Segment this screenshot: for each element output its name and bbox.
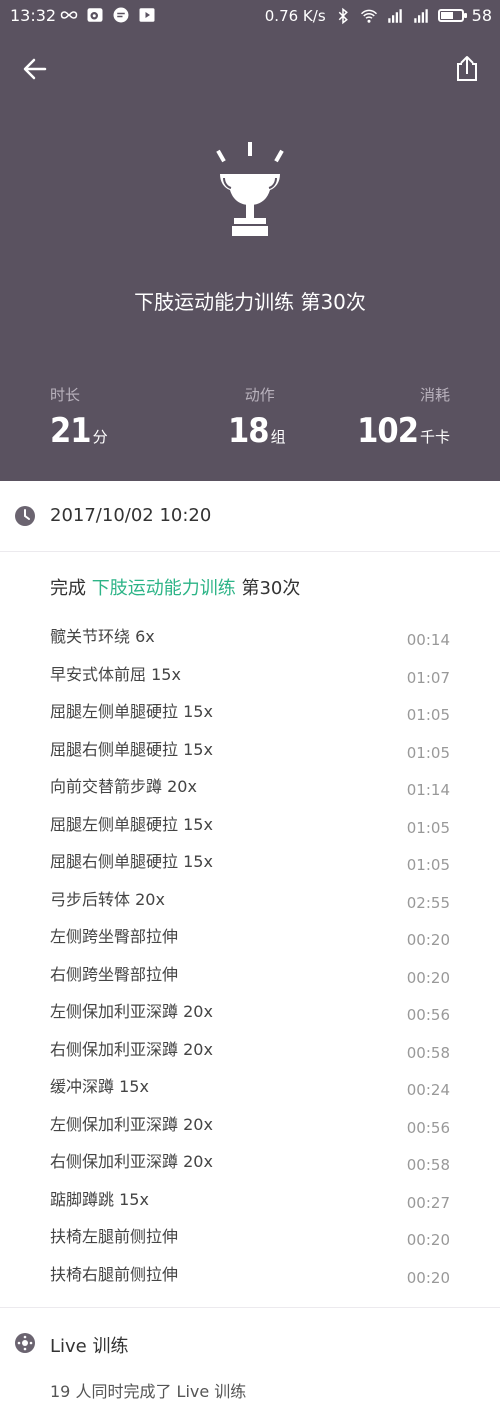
exercise-name: 屈腿左侧单腿硬拉 15x <box>50 814 213 834</box>
workout-title: 下肢运动能力训练 第30次 <box>134 290 366 314</box>
completion-prefix: 完成 <box>50 578 86 599</box>
exercise-row[interactable]: 屈腿左侧单腿硬拉 15x 01:05 <box>0 808 500 846</box>
wifi-icon <box>360 9 377 23</box>
completion-suffix: 第30次 <box>241 578 301 599</box>
exercise-row[interactable]: 屈腿左侧单腿硬拉 15x 01:05 <box>0 695 500 733</box>
exercise-row[interactable]: 左侧保加利亚深蹲 20x 00:56 <box>0 1108 500 1146</box>
exercise-row[interactable]: 早安式体前屈 15x 01:07 <box>0 658 500 696</box>
exercise-name: 左侧保加利亚深蹲 20x <box>50 1002 213 1021</box>
exercise-row[interactable]: 右侧保加利亚深蹲 20x 00:58 <box>0 1033 500 1071</box>
exercise-name: 早安式体前屈 15x <box>50 664 181 684</box>
exercise-time: 00:56 <box>406 1006 450 1024</box>
exercise-row[interactable]: 屈腿右侧单腿硬拉 15x 01:05 <box>0 733 500 771</box>
back-arrow-icon[interactable] <box>20 54 50 84</box>
battery-level: 58 <box>471 6 492 25</box>
exercise-row[interactable]: 右侧跨坐臀部拉伸 00:20 <box>0 958 500 996</box>
stat-duration: 时长 21 分 <box>50 384 108 451</box>
status-right: 0.76 K/s 58 <box>265 6 492 25</box>
signal-4g-icon <box>387 8 402 23</box>
bluetooth-icon <box>338 7 348 24</box>
record-datetime: 2017/10/02 10:20 <box>50 505 212 526</box>
exercise-time: 00:56 <box>406 1118 450 1137</box>
stat-actions: 动作 18 组 <box>228 384 286 451</box>
stat-duration-label: 时长 <box>50 386 81 404</box>
exercise-time: 01:05 <box>406 706 450 724</box>
video-play-icon <box>139 8 155 22</box>
stat-duration-unit: 分 <box>92 428 108 446</box>
exercise-row[interactable]: 弓步后转体 20x 02:55 <box>0 883 500 921</box>
exercise-list: 髋关节环绕 6x 00:14 早安式体前屈 15x 01:07 屈腿左侧单腿硬拉 15x… <box>0 620 500 1295</box>
exercise-time: 01:05 <box>406 818 450 837</box>
clock-icon <box>15 506 35 526</box>
stat-duration-value: 21 <box>50 411 92 451</box>
exercise-name: 扶椅左腿前侧拉伸 <box>50 1227 179 1246</box>
exercise-name: 弓步后转体 20x <box>50 889 165 909</box>
exercise-name: 右侧跨坐臀部拉伸 <box>50 964 179 984</box>
live-training-title[interactable]: Live 训练 <box>50 1332 128 1358</box>
completion-workout-link[interactable]: 下肢运动能力训练 <box>92 578 236 599</box>
exercise-time: 01:05 <box>406 856 450 874</box>
exercise-name: 踮脚蹲跳 15x <box>50 1189 149 1209</box>
exercise-time: 00:20 <box>406 1268 450 1287</box>
exercise-time: 02:55 <box>406 893 450 912</box>
exercise-time: 00:14 <box>406 631 450 649</box>
exercise-time: 00:20 <box>406 968 450 987</box>
exercise-name: 缓冲深蹲 15x <box>50 1077 149 1096</box>
signal-icon <box>413 8 428 23</box>
stat-actions-value: 18 <box>228 411 270 451</box>
completion-summary: 完成 下肢运动能力训练 第30次 <box>50 574 300 600</box>
exercise-name: 右侧保加利亚深蹲 20x <box>50 1152 213 1171</box>
exercise-time: 01:07 <box>406 668 450 687</box>
exercise-name: 屈腿右侧单腿硬拉 15x <box>50 739 213 759</box>
infinity-icon <box>60 11 78 19</box>
exercise-name: 向前交替箭步蹲 20x <box>50 777 197 796</box>
weibo-icon <box>87 8 103 22</box>
exercise-row[interactable]: 左侧保加利亚深蹲 20x 00:56 <box>0 995 500 1033</box>
exercise-name: 左侧保加利亚深蹲 20x <box>50 1114 213 1134</box>
notification-icons <box>60 6 156 24</box>
exercise-name: 右侧保加利亚深蹲 20x <box>50 1039 213 1059</box>
date-row: 2017/10/02 10:20 <box>0 481 500 552</box>
network-speed: 0.76 K/s <box>264 6 326 25</box>
exercise-row[interactable]: 髋关节环绕 6x 00:14 <box>0 620 500 658</box>
exercise-row[interactable]: 扶椅左腿前侧拉伸 00:20 <box>0 1220 500 1258</box>
status-bar: 13:32 0.76 K/s 58 <box>0 0 500 32</box>
exercise-row[interactable]: 屈腿右侧单腿硬拉 15x 01:05 <box>0 845 500 883</box>
exercise-name: 扶椅右腿前侧拉伸 <box>50 1264 179 1284</box>
exercise-time: 00:24 <box>406 1081 450 1099</box>
exercise-row[interactable]: 扶椅右腿前侧拉伸 00:20 <box>0 1258 500 1296</box>
share-icon[interactable] <box>452 54 482 84</box>
exercise-time: 01:05 <box>406 743 450 762</box>
stat-actions-label: 动作 <box>244 386 275 404</box>
workout-summary-header: 13:32 0.76 K/s 58 下肢运动能力训练 第30次 时长 21 分 … <box>0 0 500 481</box>
stat-calories-value: 102 <box>357 411 419 451</box>
exercise-row[interactable]: 向前交替箭步蹲 20x 01:14 <box>0 770 500 808</box>
exercise-name: 屈腿右侧单腿硬拉 15x <box>50 852 213 871</box>
exercise-name: 髋关节环绕 6x <box>50 627 155 646</box>
exercise-row[interactable]: 右侧保加利亚深蹲 20x 00:58 <box>0 1145 500 1183</box>
stat-actions-unit: 组 <box>270 428 286 446</box>
exercise-row[interactable]: 缓冲深蹲 15x 00:24 <box>0 1070 500 1108</box>
status-time: 13:32 <box>10 6 57 25</box>
divider <box>0 1307 500 1308</box>
battery-icon <box>437 9 467 22</box>
stat-calories-unit: 千卡 <box>419 428 450 446</box>
exercise-row[interactable]: 踮脚蹲跳 15x 00:27 <box>0 1183 500 1221</box>
exercise-time: 00:20 <box>406 931 450 949</box>
exercise-time: 00:27 <box>406 1193 450 1212</box>
exercise-row[interactable]: 左侧跨坐臀部拉伸 00:20 <box>0 920 500 958</box>
exercise-name: 屈腿左侧单腿硬拉 15x <box>50 702 213 721</box>
exercise-time: 01:14 <box>406 781 450 799</box>
live-icon <box>15 1333 35 1353</box>
trophy-icon <box>216 142 284 236</box>
message-icon <box>113 7 129 23</box>
stat-calories-label: 消耗 <box>419 386 450 404</box>
exercise-time: 00:58 <box>406 1156 450 1174</box>
live-training-subtitle: 19 人同时完成了 Live 训练 <box>50 1382 247 1401</box>
exercise-name: 左侧跨坐臀部拉伸 <box>50 927 179 946</box>
exercise-time: 00:58 <box>406 1043 450 1062</box>
exercise-time: 00:20 <box>406 1231 450 1249</box>
stat-calories: 消耗 102 千卡 <box>357 384 450 451</box>
